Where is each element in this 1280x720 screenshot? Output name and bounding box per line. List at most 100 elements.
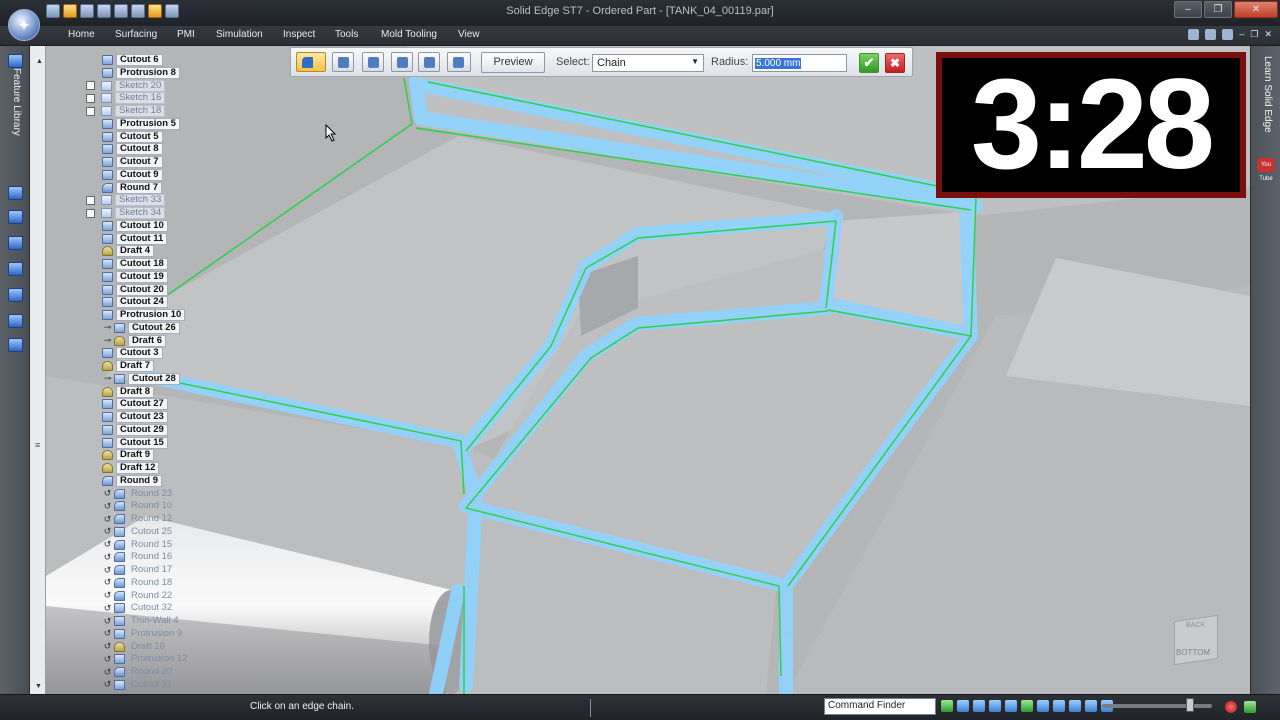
tree-item[interactable]: ↺ Round 16 (102, 551, 175, 563)
application-button[interactable]: ✦ (8, 9, 40, 41)
scroll-down-arrow-icon[interactable]: ▼ (35, 683, 42, 690)
tree-item[interactable]: Cutout 6 (102, 54, 163, 66)
scroll-up-arrow-icon[interactable]: ▲ (36, 58, 43, 65)
tree-item[interactable]: Cutout 9 (102, 168, 163, 181)
tree-item[interactable]: Cutout 15 (102, 436, 168, 449)
part-icon[interactable] (391, 52, 413, 72)
tree-item[interactable]: Sketch 33 (86, 194, 166, 207)
tree-item[interactable]: Sketch 20 (86, 79, 166, 92)
visibility-checkbox[interactable] (86, 195, 95, 205)
stack-icon[interactable] (8, 210, 23, 224)
upload-icon[interactable] (1244, 701, 1256, 713)
zoom-icon[interactable] (973, 700, 985, 712)
tree-item[interactable]: ↺ Round 10 (102, 500, 175, 512)
tree-item[interactable]: ↺ Round 17 (102, 564, 175, 576)
pan-icon[interactable] (1005, 700, 1017, 712)
radius-input[interactable]: 5.000 mm (752, 54, 847, 72)
tree-item[interactable]: ↺ Draft 10 (102, 641, 168, 653)
select-step-icon[interactable] (296, 52, 326, 72)
face-icon[interactable] (418, 52, 440, 72)
tree-item[interactable]: Cutout 24 (102, 296, 168, 309)
preview-button[interactable]: Preview (481, 52, 545, 73)
library-icon[interactable] (8, 314, 23, 328)
filter-dropdown-icon[interactable] (447, 52, 471, 72)
color-manager-icon[interactable] (8, 288, 23, 302)
feature-library-tab[interactable]: Feature Library (8, 68, 22, 188)
pathfinder-icon[interactable] (8, 54, 23, 68)
tab-simulation[interactable]: Simulation (216, 29, 263, 40)
tree-item[interactable]: ↺ Thin-Wall 4 (102, 615, 182, 627)
tree-item[interactable]: Cutout 29 (102, 423, 168, 436)
tree-item[interactable]: ↺ Round 20 (102, 666, 175, 678)
sketch-view-icon[interactable] (1053, 700, 1065, 712)
tree-item[interactable]: ↺ Cutout 31 (102, 679, 175, 691)
tree-item[interactable]: ↺ Round 15 (102, 539, 175, 551)
tree-item[interactable]: Protrusion 5 (102, 117, 180, 130)
tree-item[interactable]: ⊸ Cutout 26 (102, 321, 180, 334)
zoom-slider[interactable] (1102, 704, 1212, 708)
tab-view[interactable]: View (458, 29, 480, 40)
accept-button[interactable]: ✔ (859, 53, 879, 73)
tab-tools[interactable]: Tools (335, 29, 358, 40)
tree-item[interactable]: ↺ Protrusion 9 (102, 628, 185, 640)
tree-item[interactable]: Cutout 5 (102, 130, 163, 143)
tree-item[interactable]: ↺ Round 23 (102, 488, 175, 500)
tab-mold-tooling[interactable]: Mold Tooling (381, 29, 437, 40)
visibility-checkbox[interactable] (86, 208, 95, 218)
tab-pmi[interactable]: PMI (177, 29, 195, 40)
shading-icon[interactable] (1069, 700, 1081, 712)
layers-icon[interactable] (8, 186, 23, 200)
tree-item[interactable]: ↺ Protrusion 12 (102, 653, 191, 665)
tree-item[interactable]: Cutout 3 (102, 347, 163, 360)
tree-item[interactable]: Sketch 34 (86, 207, 166, 219)
tree-item[interactable]: ↺ Cutout 32 (102, 602, 175, 614)
visibility-checkbox[interactable] (86, 81, 95, 90)
tree-item[interactable]: Draft 7 (102, 360, 155, 372)
tree-item[interactable]: ↺ Cutout 25 (102, 526, 175, 538)
tree-item[interactable]: Draft 8 (102, 385, 155, 398)
minimize-button[interactable]: – (1174, 1, 1202, 18)
views-icon[interactable] (1037, 700, 1049, 712)
tree-item[interactable]: ↺ Round 22 (102, 590, 175, 602)
help-diamond-icon[interactable] (1188, 29, 1200, 40)
family-of-parts-icon[interactable] (8, 236, 23, 250)
visibility-checkbox[interactable] (86, 93, 95, 103)
tree-item[interactable]: Cutout 18 (102, 258, 168, 270)
tree-item[interactable]: Sketch 18 (86, 105, 166, 117)
close-button[interactable]: ✕ (1234, 1, 1278, 18)
doc-restore-button[interactable]: ❐ (1250, 29, 1258, 40)
visibility-checkbox[interactable] (86, 106, 95, 116)
tree-item[interactable]: ↺ Round 18 (102, 577, 175, 589)
select-dropdown[interactable]: Chain ▼ (592, 54, 704, 72)
tree-item[interactable]: Round 9 (102, 474, 162, 487)
doc-close-button[interactable]: ✕ (1264, 29, 1272, 40)
tree-item[interactable]: Draft 9 (102, 449, 155, 462)
tree-item[interactable]: ↺ Round 12 (102, 513, 175, 525)
tree-item[interactable]: Round 7 (102, 181, 162, 194)
tree-item[interactable]: Cutout 19 (102, 270, 168, 283)
rotate-icon[interactable] (941, 700, 953, 712)
command-finder-input[interactable]: Command Finder (824, 698, 936, 715)
tree-item[interactable]: Cutout 8 (102, 143, 163, 156)
tree-item[interactable]: Cutout 7 (102, 156, 163, 168)
cancel-button[interactable]: ✖ (885, 53, 905, 73)
maximize-button[interactable]: ❐ (1204, 1, 1232, 18)
tree-item[interactable]: ⊸ Cutout 28 (102, 372, 180, 385)
zoom-slider-thumb[interactable] (1186, 698, 1194, 712)
settings-icon[interactable] (8, 338, 23, 352)
tree-item[interactable]: Protrusion 8 (102, 66, 180, 79)
tree-item[interactable]: Sketch 16 (86, 92, 166, 105)
tree-item[interactable]: Draft 12 (102, 462, 160, 474)
tree-item[interactable]: Cutout 27 (102, 398, 168, 411)
tree-item[interactable]: Cutout 10 (102, 219, 168, 232)
reference-icon[interactable] (362, 52, 384, 72)
round-options-icon[interactable] (332, 52, 354, 72)
youtube-icon[interactable]: You Tube (1257, 158, 1275, 182)
tab-home[interactable]: Home (68, 29, 95, 40)
tree-item[interactable]: Protrusion 10 (102, 309, 186, 321)
section-icon[interactable] (1085, 700, 1097, 712)
ribbon-help-icon[interactable] (1222, 29, 1234, 40)
tree-item[interactable]: ⊸ Draft 6 (102, 334, 167, 347)
sensors-icon[interactable] (8, 262, 23, 276)
zoom-area-icon[interactable] (957, 700, 969, 712)
